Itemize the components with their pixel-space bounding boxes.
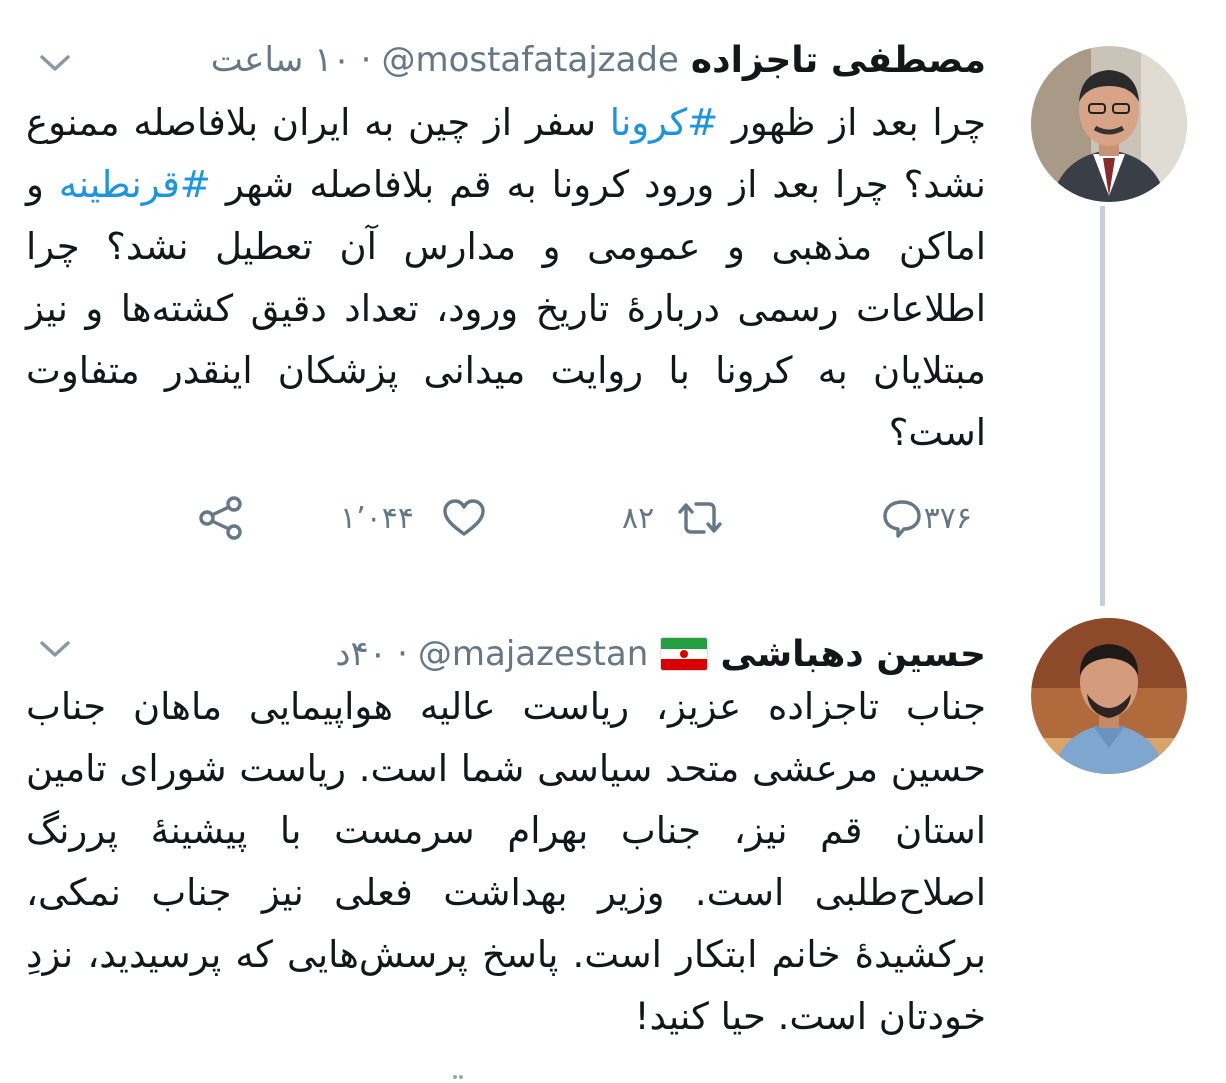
tweet-header: حسین دهباشی @majazestan · ۴۰د xyxy=(335,630,986,678)
timestamp[interactable]: ۴۰د xyxy=(335,634,387,674)
share-button[interactable] xyxy=(196,494,246,542)
action-bar: ۳۷۶ ۸۲ ۱٬۰۴۴ xyxy=(0,488,1226,548)
reply-count: ۳۷۶ xyxy=(923,500,972,536)
like-icon xyxy=(443,499,485,536)
hashtag-link[interactable]: #قرنطینه xyxy=(59,163,211,206)
chevron-down-icon[interactable] xyxy=(38,52,72,74)
thread-connector-line xyxy=(1100,206,1105,606)
separator-dot: · xyxy=(397,634,408,674)
user-handle[interactable]: @mostafatajzade xyxy=(381,40,678,80)
iran-flag-icon xyxy=(660,637,709,671)
user-handle[interactable]: @majazestan xyxy=(418,634,648,674)
reply-button[interactable]: ۳۷۶ xyxy=(880,496,986,540)
tweet-text-part: چرا بعد از ظهور xyxy=(718,101,986,144)
separator-dot: · xyxy=(360,40,372,80)
hashtag-link[interactable]: #کرونا xyxy=(610,101,718,144)
tweet-1[interactable]: مصطفی تاجزاده @mostafatajzade · ۱۰ ساعت … xyxy=(0,0,1226,600)
tweet-2[interactable]: حسین دهباشی @majazestan · ۴۰د جناب تاجزا… xyxy=(0,600,1226,1080)
retweet-icon xyxy=(678,502,722,534)
tweet-text: جناب تاجزاده عزیز، ریاست عالیه هواپیمایی… xyxy=(26,685,986,1038)
like-count: ۱٬۰۴۴ xyxy=(340,500,414,536)
chevron-down-icon[interactable] xyxy=(38,638,72,660)
avatar[interactable] xyxy=(1031,618,1187,774)
share-icon xyxy=(199,496,242,540)
retweet-button[interactable]: ۸۲ xyxy=(622,496,728,540)
like-button[interactable]: ۱٬۰۴۴ xyxy=(340,496,488,540)
retweet-count: ۸۲ xyxy=(622,500,655,536)
display-name[interactable]: مصطفی تاجزاده xyxy=(691,40,986,81)
timestamp[interactable]: ۱۰ ساعت xyxy=(211,40,351,80)
display-name[interactable]: حسین دهباشی xyxy=(720,634,986,675)
reply-icon xyxy=(882,500,921,538)
tweet-header: مصطفی تاجزاده @mostafatajzade · ۱۰ ساعت xyxy=(211,36,986,84)
avatar[interactable] xyxy=(1031,46,1187,202)
tweet-text: چرا بعد از ظهور #کرونا سفر از چین به ایر… xyxy=(26,92,986,464)
tweet-text-part: و اماکن مذهبی و عمومی و مدارس آن تعطیل ن… xyxy=(26,163,986,454)
more-replies-indicator xyxy=(452,1072,464,1080)
